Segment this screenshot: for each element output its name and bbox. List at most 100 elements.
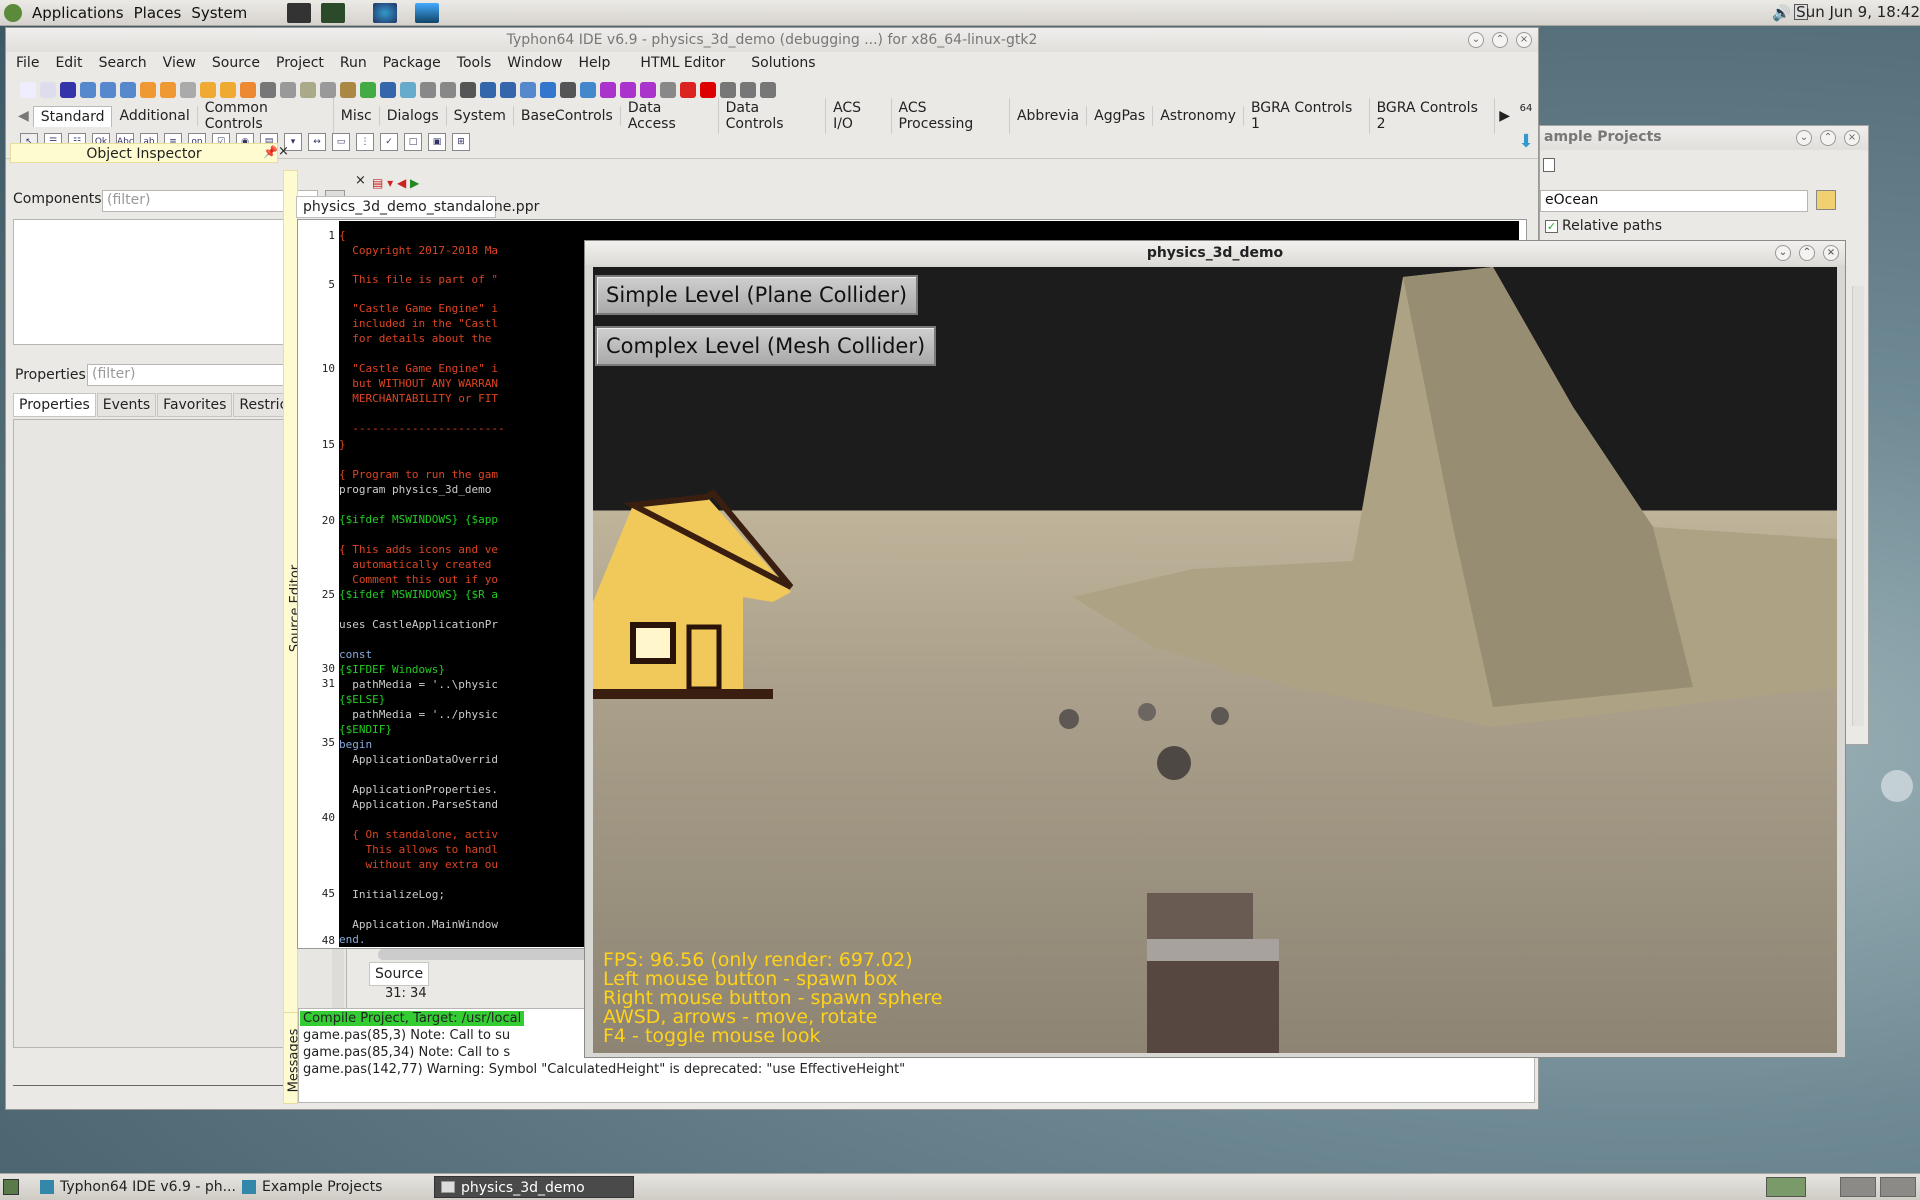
messages-side-tab[interactable]: Messages	[283, 1012, 301, 1104]
code-line[interactable]: -----------------------	[339, 422, 504, 435]
tab-bgra-controls-1[interactable]: BGRA Controls 1	[1244, 98, 1370, 134]
radiogroup-component-icon[interactable]: ⋮	[356, 133, 374, 151]
message-item[interactable]: game.pas(142,77) Warning: Symbol "Calcul…	[303, 1062, 905, 1077]
code-line[interactable]: {$ifdef MSWINDOWS} {$app	[339, 513, 498, 526]
tab-abbrevia[interactable]: Abbrevia	[1010, 106, 1088, 126]
run-icon[interactable]	[640, 82, 656, 98]
code-line[interactable]: This allows to handl	[339, 843, 497, 856]
code-line[interactable]: MERCHANTABILITY or FIT	[339, 392, 498, 405]
compile-status-message[interactable]: Compile Project, Target: /usr/local	[300, 1011, 525, 1026]
groupbox-component-icon[interactable]: ▭	[332, 133, 350, 151]
typhon-launcher-icon[interactable]	[373, 2, 398, 23]
menu-solutions[interactable]: Solutions	[751, 55, 815, 71]
simple-level-button[interactable]: Simple Level (Plane Collider)	[595, 275, 919, 315]
code-line[interactable]: InitializeLog;	[339, 888, 445, 901]
minimize-icon[interactable]: ⌄	[1796, 130, 1812, 146]
maximize-icon[interactable]: ⌃	[1492, 32, 1508, 48]
code-line[interactable]: Comment this out if yo	[339, 573, 498, 586]
close-icon[interactable]: ×	[278, 144, 289, 159]
build-icon[interactable]	[620, 82, 636, 98]
code-line[interactable]: without any extra ou	[339, 858, 497, 871]
new-form-icon[interactable]	[40, 82, 56, 98]
checkgroup-component-icon[interactable]: ✓	[380, 133, 398, 151]
taskbar-item-example-projects[interactable]: Example Projects	[236, 1176, 426, 1198]
pin-icon[interactable]: 📌	[263, 145, 278, 159]
tab-aggpas[interactable]: AggPas	[1087, 106, 1154, 126]
code-line[interactable]: begin	[339, 738, 372, 751]
code-line[interactable]: Application.MainWindow	[339, 918, 498, 931]
code-line[interactable]: included in the "Castl	[339, 317, 498, 330]
binoculars-icon[interactable]	[460, 82, 476, 98]
system-monitor-launcher-icon[interactable]	[321, 2, 346, 23]
taskbar-item-ide[interactable]: Typhon64 IDE v6.9 - ph...	[34, 1176, 236, 1198]
open-project-icon[interactable]	[140, 82, 156, 98]
wrench-icon[interactable]	[540, 82, 556, 98]
menu-edit[interactable]: Edit	[55, 55, 82, 71]
tab-standard[interactable]: Standard	[32, 105, 113, 127]
code-line[interactable]: { This adds icons and ve	[339, 543, 498, 556]
code-line[interactable]: automatically created	[339, 558, 498, 571]
view-units-icon[interactable]	[260, 82, 276, 98]
code-line[interactable]: pathMedia = '../physic	[339, 708, 498, 721]
gear-icon[interactable]	[600, 82, 616, 98]
code-line[interactable]: { On standalone, activ	[339, 828, 498, 841]
code-line[interactable]: This file is part of "	[339, 273, 498, 286]
code-line[interactable]: program physics_3d_demo	[339, 483, 491, 496]
minimize-icon[interactable]: ⌄	[1775, 245, 1791, 261]
step-into-icon[interactable]	[720, 82, 736, 98]
frame-component-icon[interactable]: ▣	[428, 133, 446, 151]
menu-project[interactable]: Project	[276, 55, 324, 71]
new-file-icon[interactable]	[20, 82, 36, 98]
tab-misc[interactable]: Misc	[334, 106, 380, 126]
code-line[interactable]: { Program to run the gam	[339, 468, 498, 481]
game-viewport[interactable]: Simple Level (Plane Collider) Complex Le…	[593, 267, 1837, 1053]
editor-horizontal-scrollbar[interactable]	[378, 949, 588, 960]
tab-events[interactable]: Events	[96, 393, 157, 417]
minimize-icon[interactable]: ⌄	[1468, 32, 1484, 48]
code-line[interactable]: }	[339, 438, 346, 451]
menu-window[interactable]: Window	[507, 55, 562, 71]
panel-component-icon[interactable]: □	[404, 133, 422, 151]
tab-favorites[interactable]: Favorites	[157, 393, 233, 417]
search-icon[interactable]	[80, 82, 96, 98]
tab-astronomy[interactable]: Astronomy	[1153, 106, 1244, 126]
tab-acs-processing[interactable]: ACS Processing	[892, 98, 1010, 134]
code-line[interactable]: for details about the	[339, 332, 498, 345]
project-file-icon[interactable]	[1543, 158, 1555, 172]
source-editor-side-tab[interactable]: Source Editor	[283, 170, 303, 1050]
remove-from-project-icon[interactable]	[220, 82, 236, 98]
code-line[interactable]: pathMedia = '..\physic	[339, 678, 498, 691]
edit-icon[interactable]	[340, 82, 356, 98]
monitor-icon[interactable]	[580, 82, 596, 98]
tools-icon[interactable]	[560, 82, 576, 98]
code-line[interactable]: ApplicationDataOverrid	[339, 753, 498, 766]
add-to-project-icon[interactable]	[200, 82, 216, 98]
close-icon[interactable]: ×	[1516, 32, 1532, 48]
code-line[interactable]: uses CastleApplicationPr	[339, 618, 498, 631]
code-line[interactable]: ApplicationProperties.	[339, 783, 498, 796]
tab-additional[interactable]: Additional	[112, 106, 198, 126]
save-project-icon[interactable]	[160, 82, 176, 98]
code-line[interactable]: {	[339, 229, 346, 242]
stop-icon[interactable]	[700, 82, 716, 98]
editor-nav-icons[interactable]: ▤ ▾ ◀ ▶	[372, 176, 432, 190]
message-item[interactable]: game.pas(85,3) Note: Call to su	[303, 1028, 510, 1043]
menu-help[interactable]: Help	[579, 55, 611, 71]
form-icon[interactable]	[420, 82, 436, 98]
project-path-field[interactable]: eOcean	[1540, 190, 1808, 212]
tab-data-controls[interactable]: Data Controls	[719, 98, 827, 134]
close-icon[interactable]: ×	[1823, 245, 1839, 261]
toggle-form-unit-icon[interactable]	[440, 82, 456, 98]
open-recent-icon[interactable]	[300, 82, 316, 98]
tab-dialogs[interactable]: Dialogs	[380, 106, 447, 126]
units-icon[interactable]	[520, 82, 536, 98]
menu-file[interactable]: File	[16, 55, 39, 71]
menu-system[interactable]: System	[191, 4, 247, 22]
replace-icon[interactable]	[120, 82, 136, 98]
run-params-icon[interactable]	[660, 82, 676, 98]
code-line[interactable]: {$IFDEF Windows}	[339, 663, 445, 676]
message-item[interactable]: game.pas(85,34) Note: Call to s	[303, 1045, 510, 1060]
taskbar-item-game[interactable]: physics_3d_demo	[434, 1176, 634, 1198]
maximize-icon[interactable]: ⌃	[1799, 245, 1815, 261]
tab-basecontrols[interactable]: BaseControls	[514, 106, 621, 126]
